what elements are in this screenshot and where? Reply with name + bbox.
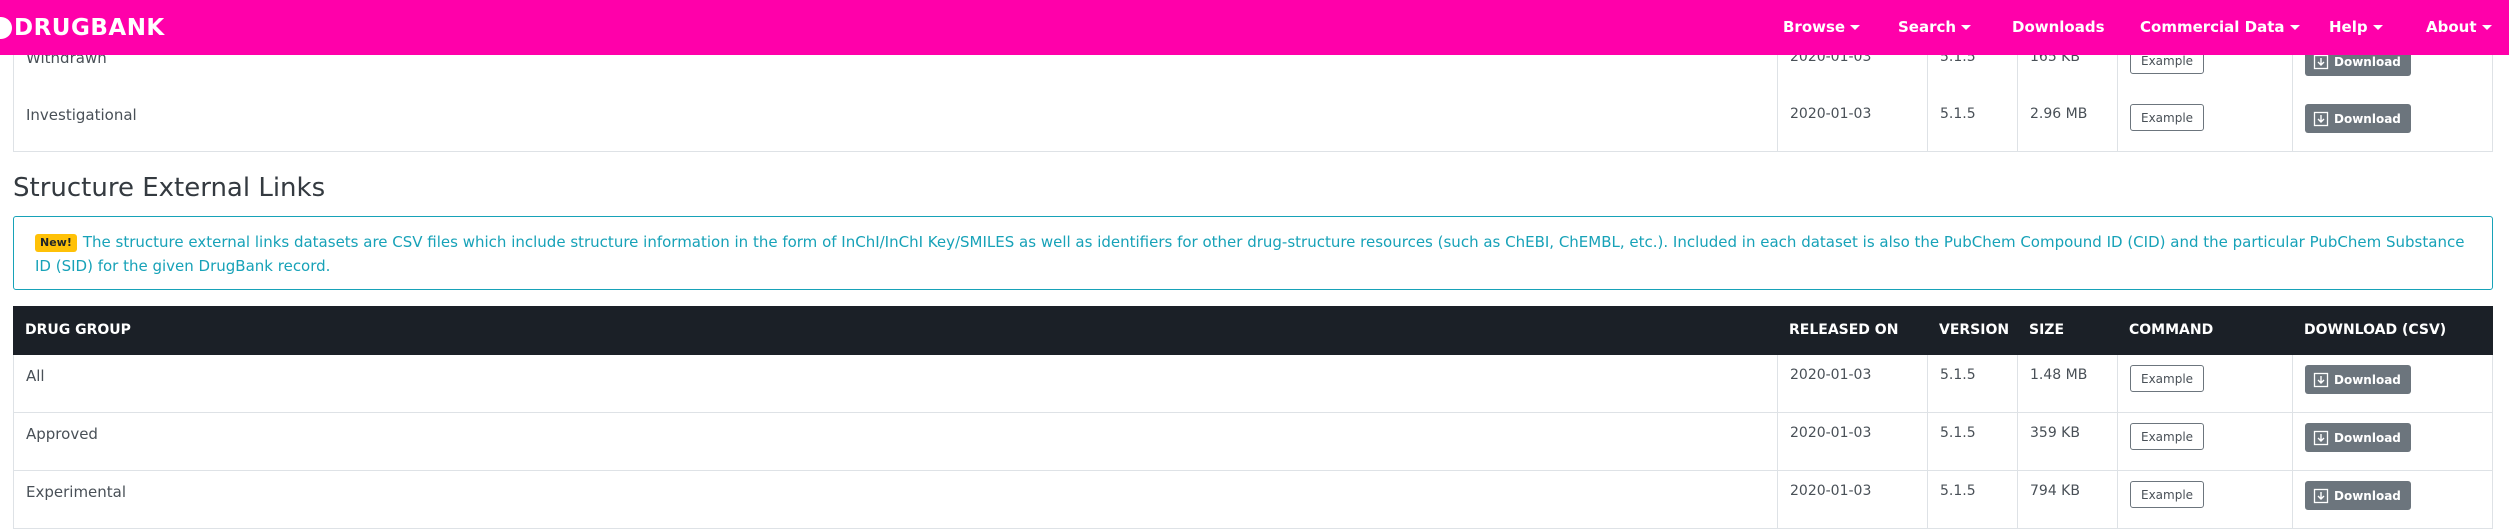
size-cell: 359 KB xyxy=(2018,413,2118,470)
download-icon xyxy=(2313,111,2329,126)
example-button[interactable]: Example xyxy=(2130,365,2205,392)
released-cell: 2020-01-03 xyxy=(1778,471,1928,528)
download-icon xyxy=(2313,54,2329,69)
info-alert: New! The structure external links dataset… xyxy=(13,216,2493,290)
chevron-down-icon xyxy=(1961,25,1972,30)
size-cell: 794 KB xyxy=(2018,471,2118,528)
nav-about-label: About xyxy=(2426,18,2477,36)
nav-help-label: Help xyxy=(2329,18,2368,36)
download-label: Download xyxy=(2334,430,2401,445)
size-cell: 2.96 MB xyxy=(2018,94,2118,151)
nav-browse[interactable]: Browse xyxy=(1783,0,1861,55)
table-row: Experimental 2020-01-03 5.1.5 794 KB Exa… xyxy=(13,471,2493,529)
example-button[interactable]: Example xyxy=(2130,104,2205,131)
nav-commercial-data-label: Commercial Data xyxy=(2140,18,2285,36)
section-title: Structure External Links xyxy=(13,173,326,203)
download-button[interactable]: Download xyxy=(2305,365,2411,394)
download-icon xyxy=(2313,430,2329,445)
command-cell: Example xyxy=(2118,413,2293,470)
nav-browse-label: Browse xyxy=(1783,18,1846,36)
released-cell: 2020-01-03 xyxy=(1778,413,1928,470)
download-label: Download xyxy=(2334,54,2401,69)
download-icon xyxy=(2313,372,2329,387)
download-button[interactable]: Download xyxy=(2305,481,2411,510)
nav-downloads-label: Downloads xyxy=(2012,18,2105,36)
col-command: COMMAND xyxy=(2129,322,2214,338)
drugbank-logo[interactable]: DRUGBANK xyxy=(0,14,165,42)
drug-group-cell: Investigational xyxy=(14,94,1778,151)
version-cell: 5.1.5 xyxy=(1928,355,2018,412)
download-cell: Download xyxy=(2293,413,2492,470)
download-cell: Download xyxy=(2293,355,2492,412)
col-version: VERSION xyxy=(1939,322,2010,338)
example-button[interactable]: Example xyxy=(2130,423,2205,450)
chevron-down-icon xyxy=(2481,25,2492,30)
nav-downloads[interactable]: Downloads xyxy=(2012,0,2105,55)
chevron-down-icon xyxy=(1850,25,1861,30)
download-label: Download xyxy=(2334,488,2401,503)
command-cell: Example xyxy=(2118,94,2293,151)
size-cell: 1.48 MB xyxy=(2018,355,2118,412)
version-cell: 5.1.5 xyxy=(1928,94,2018,151)
example-button[interactable]: Example xyxy=(2130,481,2205,508)
download-label: Download xyxy=(2334,372,2401,387)
logo-mark-icon xyxy=(0,17,12,39)
col-size: SIZE xyxy=(2029,322,2065,338)
col-drug-group: DRUG GROUP xyxy=(25,322,131,338)
nav-help[interactable]: Help xyxy=(2329,0,2383,55)
version-cell: 5.1.5 xyxy=(1928,413,2018,470)
download-button[interactable]: Download xyxy=(2305,104,2411,133)
table-row: Approved 2020-01-03 5.1.5 359 KB Example… xyxy=(13,413,2493,471)
released-cell: 2020-01-03 xyxy=(1778,94,1928,151)
col-download-csv: DOWNLOAD (CSV) xyxy=(2304,322,2447,338)
table-row: All 2020-01-03 5.1.5 1.48 MB Example Dow… xyxy=(13,355,2493,413)
nav-commercial-data[interactable]: Commercial Data xyxy=(2140,0,2300,55)
drug-group-cell: Experimental xyxy=(14,471,1778,528)
download-cell: Download xyxy=(2293,94,2492,151)
download-button[interactable]: Download xyxy=(2305,423,2411,452)
drug-group-cell: All xyxy=(14,355,1778,412)
command-cell: Example xyxy=(2118,471,2293,528)
logo-text: DRUGBANK xyxy=(14,15,165,41)
col-released-on: RELEASED ON xyxy=(1789,322,1899,338)
download-label: Download xyxy=(2334,111,2401,126)
version-cell: 5.1.5 xyxy=(1928,471,2018,528)
table-header: DRUG GROUP RELEASED ON VERSION SIZE COMM… xyxy=(13,306,2493,355)
released-cell: 2020-01-03 xyxy=(1778,355,1928,412)
nav-about[interactable]: About xyxy=(2426,0,2492,55)
chevron-down-icon xyxy=(2289,25,2300,30)
nav-search[interactable]: Search xyxy=(1898,0,1972,55)
command-cell: Example xyxy=(2118,355,2293,412)
drug-group-cell: Approved xyxy=(14,413,1778,470)
new-badge: New! xyxy=(35,234,77,252)
download-cell: Download xyxy=(2293,471,2492,528)
download-icon xyxy=(2313,488,2329,503)
chevron-down-icon xyxy=(2372,25,2383,30)
top-navbar: DRUGBANK Browse Search Downloads Commerc… xyxy=(0,0,2509,55)
info-text: The structure external links datasets ar… xyxy=(35,233,2465,275)
table-row: Investigational 2020-01-03 5.1.5 2.96 MB… xyxy=(13,94,2493,152)
nav-search-label: Search xyxy=(1898,18,1957,36)
